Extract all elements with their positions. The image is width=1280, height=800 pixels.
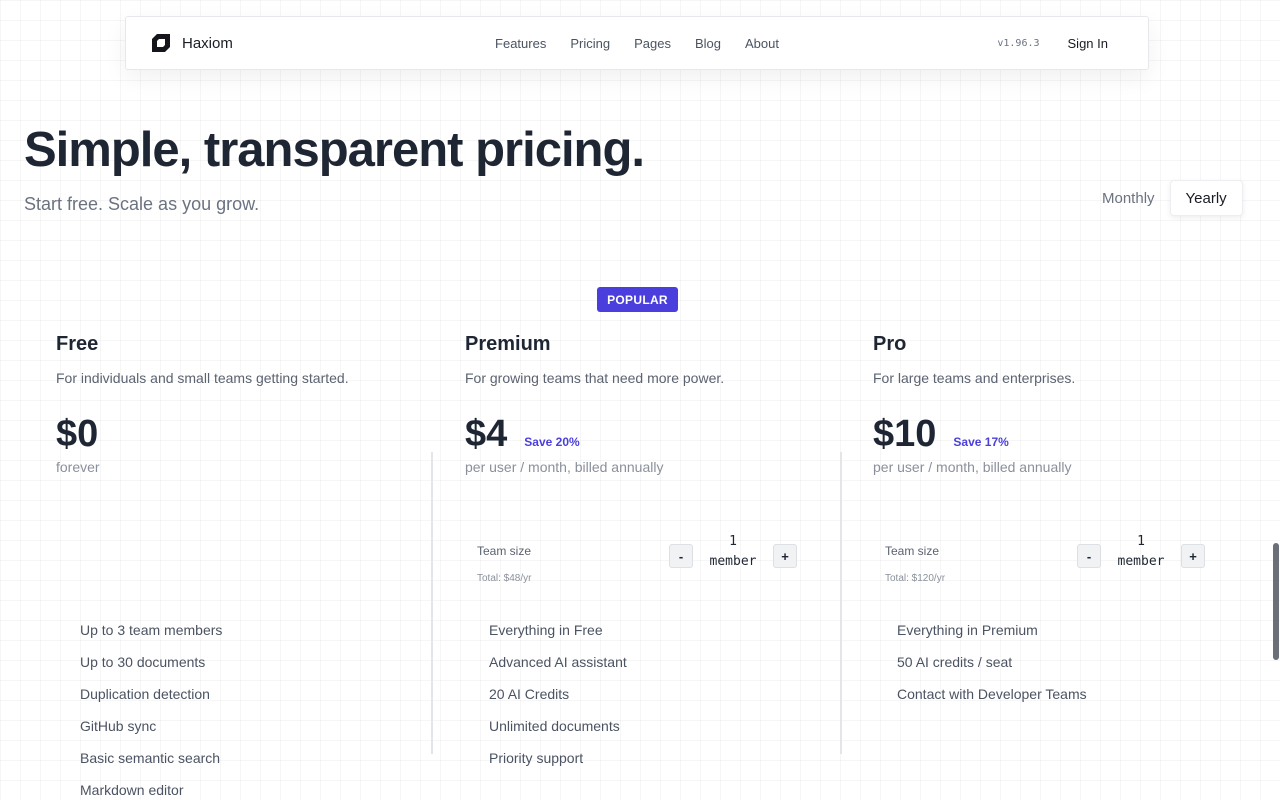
billing-monthly-option[interactable]: Monthly [1087, 180, 1170, 216]
page-title: Simple, transparent pricing. [24, 123, 645, 177]
team-size-unit: member [1117, 554, 1165, 569]
feature-item: 50 AI credits / seat [897, 654, 1013, 670]
team-size-value[interactable]: 1 member [693, 532, 773, 572]
team-size-label: Team size [885, 544, 940, 558]
team-size-stepper: - 1 member + [669, 532, 797, 572]
team-size-count: 1 [729, 534, 737, 549]
plan-description: For growing teams that need more power. [465, 370, 725, 386]
nav-link-pricing[interactable]: Pricing [570, 36, 610, 51]
nav-link-pages[interactable]: Pages [634, 36, 671, 51]
plan-name: Free [56, 333, 99, 355]
column-divider [840, 452, 842, 754]
nav-links: Features Pricing Pages Blog About [495, 36, 779, 51]
increment-button[interactable]: + [1181, 544, 1205, 568]
plan-free: Free For individuals and small teams get… [56, 333, 436, 475]
team-size-stepper: - 1 member + [1077, 532, 1205, 572]
brand[interactable]: Haxiom [150, 32, 233, 54]
billing-yearly-option[interactable]: Yearly [1169, 180, 1243, 216]
feature-item: Up to 30 documents [80, 654, 206, 670]
team-size-label: Team size [477, 544, 532, 558]
feature-item: Everything in Premium [897, 622, 1038, 638]
feature-item: Up to 3 team members [80, 622, 223, 638]
plan-name: Premium [465, 333, 551, 355]
team-size-pro: Team size Total: $120/yr - 1 member + [885, 532, 1215, 592]
plan-description: For individuals and small teams getting … [56, 370, 349, 386]
navbar: Haxiom Features Pricing Pages Blog About… [125, 16, 1149, 70]
team-total: Total: $120/yr [885, 573, 946, 584]
team-size-value[interactable]: 1 member [1101, 532, 1181, 572]
column-divider [431, 452, 433, 754]
feature-item: Duplication detection [80, 686, 210, 702]
version-label: v1.96.3 [997, 37, 1040, 49]
price-note: per user / month, billed annually [465, 459, 664, 475]
plan-description: For large teams and enterprises. [873, 370, 1076, 386]
save-badge: Save 17% [953, 435, 1009, 449]
feature-item: 20 AI Credits [489, 686, 570, 702]
feature-item: GitHub sync [80, 718, 157, 734]
nav-right: v1.96.3 Sign In [997, 36, 1124, 51]
feature-item: Priority support [489, 750, 584, 766]
feature-item: Contact with Developer Teams [897, 686, 1087, 702]
save-badge: Save 20% [524, 435, 580, 449]
sign-in-button[interactable]: Sign In [1068, 36, 1108, 51]
plan-pro: Pro For large teams and enterprises. $10… [873, 333, 1253, 475]
decrement-button[interactable]: - [669, 544, 693, 568]
plan-price: $10 [873, 413, 937, 455]
team-size-count: 1 [1137, 534, 1145, 549]
feature-list-premium: Everything in Free Advanced AI assistant… [489, 620, 627, 780]
plan-price: $4 [465, 413, 508, 455]
nav-link-features[interactable]: Features [495, 36, 546, 51]
plan-name: Pro [873, 333, 907, 355]
team-total: Total: $48/yr [477, 573, 532, 584]
price-note: forever [56, 459, 100, 475]
brand-name: Haxiom [182, 34, 233, 52]
team-size-unit: member [709, 554, 757, 569]
price-note: per user / month, billed annually [873, 459, 1072, 475]
scrollbar-thumb[interactable] [1273, 543, 1279, 660]
page-subtitle: Start free. Scale as you grow. [24, 194, 260, 214]
haxiom-logo-icon [152, 34, 170, 52]
feature-list-free: Up to 3 team members Up to 30 documents … [80, 620, 222, 800]
team-size-premium: Team size Total: $48/yr - 1 member + [477, 532, 807, 592]
feature-item: Basic semantic search [80, 750, 221, 766]
price-row: $4 Save 20% [465, 413, 845, 457]
price-row: $0 [56, 413, 436, 457]
popular-badge: POPULAR [597, 287, 678, 312]
feature-item: Everything in Free [489, 622, 603, 638]
nav-link-blog[interactable]: Blog [695, 36, 721, 51]
nav-link-about[interactable]: About [745, 36, 779, 51]
price-row: $10 Save 17% [873, 413, 1253, 457]
plan-price: $0 [56, 413, 99, 455]
plan-premium: Premium For growing teams that need more… [465, 333, 845, 475]
increment-button[interactable]: + [773, 544, 797, 568]
billing-toggle: Monthly Yearly [1087, 180, 1243, 216]
decrement-button[interactable]: - [1077, 544, 1101, 568]
feature-item: Markdown editor [80, 782, 184, 798]
feature-list-pro: Everything in Premium 50 AI credits / se… [897, 620, 1087, 716]
feature-item: Unlimited documents [489, 718, 620, 734]
feature-item: Advanced AI assistant [489, 654, 627, 670]
